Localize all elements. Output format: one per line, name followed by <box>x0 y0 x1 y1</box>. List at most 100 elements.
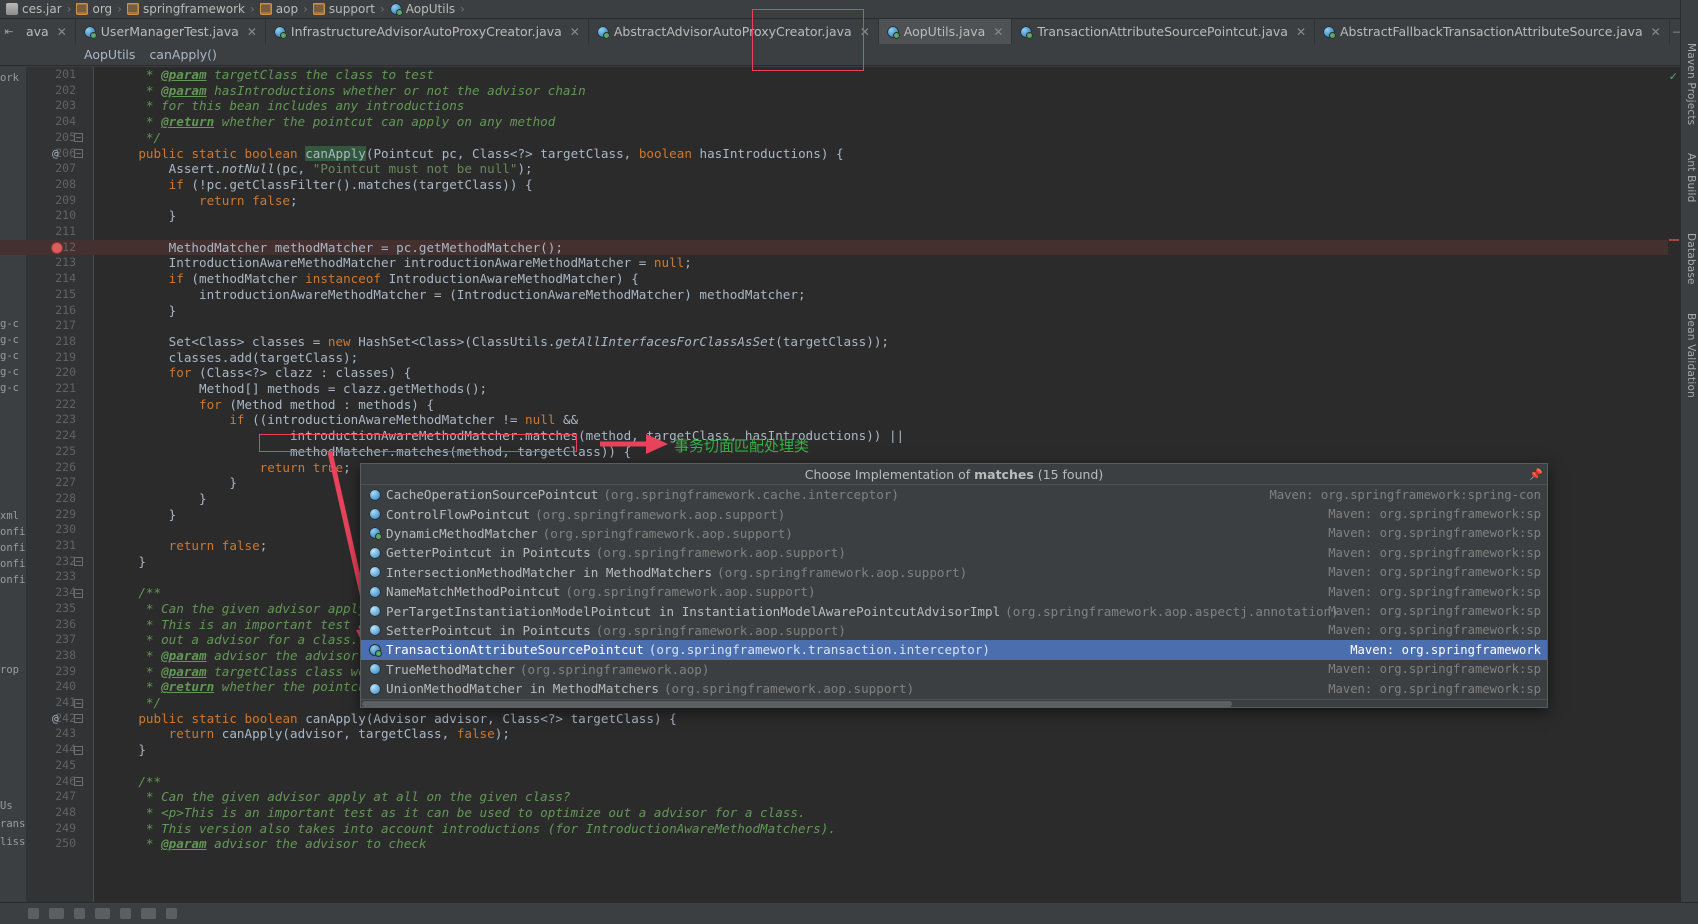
tool-window-ant-build[interactable]: Ant Build <box>1681 150 1697 205</box>
location-method[interactable]: canApply() <box>149 47 217 62</box>
left-strip-label[interactable]: onfi <box>0 558 25 570</box>
code-text[interactable]: * @param advisor the advisor to check <box>108 836 427 852</box>
code-text[interactable]: Set<Class> classes = new HashSet<Class>(… <box>108 334 889 350</box>
code-line[interactable]: 243 return canApply(advisor, targetClass… <box>0 726 1698 742</box>
code-line[interactable]: 213 IntroductionAwareMethodMatcher intro… <box>0 255 1698 271</box>
code-text[interactable]: /** <box>108 585 161 601</box>
scrollbar-thumb[interactable] <box>362 701 1232 707</box>
code-line[interactable]: 245 <box>0 758 1698 774</box>
code-text[interactable]: * @param hasIntroductions whether or not… <box>108 83 586 99</box>
close-icon[interactable]: ✕ <box>57 25 67 39</box>
code-text[interactable]: Method[] methods = clazz.getMethods(); <box>108 381 487 397</box>
popup-list-item[interactable]: DynamicMethodMatcher (org.springframewor… <box>361 524 1547 543</box>
fold-toggle-icon[interactable]: − <box>74 714 83 724</box>
code-text[interactable]: } <box>108 742 146 758</box>
code-text[interactable]: } <box>108 554 146 570</box>
tool-window-maven-projects[interactable]: Maven Projects <box>1681 40 1697 128</box>
choose-implementation-popup[interactable]: Choose Implementation of matches (15 fou… <box>360 463 1548 708</box>
popup-list-item[interactable]: TransactionAttributeSourcePointcut (org.… <box>361 640 1547 660</box>
code-text[interactable]: return false; <box>108 193 298 209</box>
code-text[interactable]: introductionAwareMethodMatcher = (Introd… <box>108 287 806 303</box>
tab-aoputils[interactable]: AopUtils.java ✕ <box>878 19 1013 44</box>
code-text[interactable]: } <box>108 491 207 507</box>
code-text[interactable]: * out a advisor for a class. <box>108 632 358 648</box>
left-strip-label[interactable]: g-c <box>0 318 19 330</box>
code-text[interactable]: * <p>This is an important test as it can… <box>108 805 806 821</box>
popup-list-item[interactable]: PerTargetInstantiationModelPointcut in I… <box>361 601 1547 620</box>
left-strip-label[interactable]: g-c <box>0 382 19 394</box>
status-icon-5[interactable] <box>120 908 131 919</box>
fold-toggle-icon[interactable]: − <box>74 557 83 567</box>
code-line[interactable]: 205− */ <box>0 130 1698 146</box>
code-line[interactable]: 208 if (!pc.getClassFilter().matches(tar… <box>0 177 1698 193</box>
breadcrumb-item-org[interactable]: org <box>72 0 116 19</box>
code-text[interactable]: IntroductionAwareMethodMatcher introduct… <box>108 255 692 271</box>
left-strip-label[interactable]: xml <box>0 510 19 522</box>
code-line[interactable]: 221 Method[] methods = clazz.getMethods(… <box>0 381 1698 397</box>
code-line[interactable]: 223 if ((introductionAwareMethodMatcher … <box>0 412 1698 428</box>
override-marker-icon[interactable]: @ <box>52 146 59 162</box>
fold-toggle-icon[interactable]: − <box>74 149 83 158</box>
code-text[interactable]: * Can the given advisor apply at all on … <box>108 789 571 805</box>
left-strip-label[interactable]: Us <box>0 800 13 812</box>
code-line[interactable]: 249 * This version also takes into accou… <box>0 821 1698 837</box>
status-icon-2[interactable] <box>49 908 64 919</box>
left-strip-label[interactable]: rop <box>0 664 19 676</box>
code-text[interactable]: if (methodMatcher instanceof Introductio… <box>108 271 639 287</box>
popup-list-item[interactable]: ControlFlowPointcut (org.springframework… <box>361 504 1547 523</box>
code-line[interactable]: 209 return false; <box>0 193 1698 209</box>
popup-list-item[interactable]: IntersectionMethodMatcher in MethodMatch… <box>361 563 1547 582</box>
code-line[interactable]: 201 * @param targetClass the class to te… <box>0 67 1698 83</box>
close-icon[interactable]: ✕ <box>1651 25 1661 39</box>
code-line[interactable]: 214 if (methodMatcher instanceof Introdu… <box>0 271 1698 287</box>
close-icon[interactable]: ✕ <box>860 25 870 39</box>
code-text[interactable]: public static boolean canApply(Pointcut … <box>108 145 844 162</box>
popup-list-item[interactable]: NameMatchMethodPointcut (org.springframe… <box>361 582 1547 601</box>
breadcrumb-item-support[interactable]: support <box>309 0 379 19</box>
close-icon[interactable]: ✕ <box>247 25 257 39</box>
tab-user-manager-test[interactable]: UserManagerTest.java ✕ <box>76 19 266 44</box>
code-text[interactable]: * @param targetClass the class to test <box>108 67 434 83</box>
popup-list-item[interactable]: GetterPointcut in Pointcuts (org.springf… <box>361 543 1547 562</box>
pin-icon[interactable]: 📌 <box>1529 468 1543 481</box>
tab-infrastructure-advisor-auto-proxy-creator[interactable]: InfrastructureAdvisorAutoProxyCreator.ja… <box>266 19 589 44</box>
status-icon-4[interactable] <box>95 908 110 919</box>
left-strip-label[interactable]: onfi <box>0 574 25 586</box>
fold-toggle-icon[interactable]: − <box>74 745 83 755</box>
breadcrumb-item-jar[interactable]: ces.jar <box>2 0 66 19</box>
code-text[interactable]: Assert.notNull(pc, "Pointcut must not be… <box>108 161 533 177</box>
code-text[interactable]: if (!pc.getClassFilter().matches(targetC… <box>108 177 533 193</box>
code-line[interactable]: 248 * <p>This is an important test as it… <box>0 805 1698 821</box>
breakpoint-icon[interactable] <box>52 242 62 253</box>
code-line[interactable]: 219 classes.add(targetClass); <box>0 350 1698 366</box>
tab-abstract-fallback-transaction-attribute-source[interactable]: AbstractFallbackTransactionAttributeSour… <box>1315 19 1670 44</box>
code-text[interactable]: */ <box>108 130 161 146</box>
code-line[interactable]: 220 for (Class<?> clazz : classes) { <box>0 365 1698 381</box>
code-text[interactable]: } <box>108 303 177 319</box>
code-text[interactable]: } <box>108 507 177 523</box>
code-text[interactable]: public static boolean canApply(Advisor a… <box>108 711 676 727</box>
left-strip-label[interactable]: ork <box>0 72 19 84</box>
code-text[interactable]: methodMatcher.matches(method, targetClas… <box>108 444 631 460</box>
tab-scroll-left-icon[interactable]: ⇤ <box>0 19 18 44</box>
close-icon[interactable]: ✕ <box>1296 25 1306 39</box>
location-class[interactable]: AopUtils <box>84 47 135 62</box>
code-line[interactable]: 210 } <box>0 208 1698 224</box>
code-text[interactable]: if ((introductionAwareMethodMatcher != n… <box>108 412 578 428</box>
code-text[interactable]: MethodMatcher methodMatcher = pc.getMeth… <box>108 240 563 256</box>
code-line[interactable]: 246− /** <box>0 774 1698 790</box>
code-line[interactable]: 225 methodMatcher.matches(method, target… <box>0 444 1698 460</box>
breakpoint-marker[interactable] <box>1669 239 1679 241</box>
breadcrumb-item-aoputils[interactable]: AopUtils <box>386 0 459 19</box>
code-text[interactable]: return true; <box>108 460 351 476</box>
code-text[interactable]: return canApply(advisor, targetClass, fa… <box>108 726 510 742</box>
close-icon[interactable]: ✕ <box>570 25 580 39</box>
code-text[interactable]: return false; <box>108 538 268 554</box>
code-line[interactable]: 217 <box>0 318 1698 334</box>
fold-toggle-icon[interactable]: − <box>74 698 83 708</box>
close-icon[interactable]: ✕ <box>993 25 1003 39</box>
code-line[interactable]: 215 introductionAwareMethodMatcher = (In… <box>0 287 1698 303</box>
code-text[interactable]: /** <box>108 774 161 790</box>
code-line[interactable]: 206 @ − public static boolean canApply(Poi… <box>0 145 1698 162</box>
breadcrumb-item-aop[interactable]: aop <box>256 0 302 19</box>
